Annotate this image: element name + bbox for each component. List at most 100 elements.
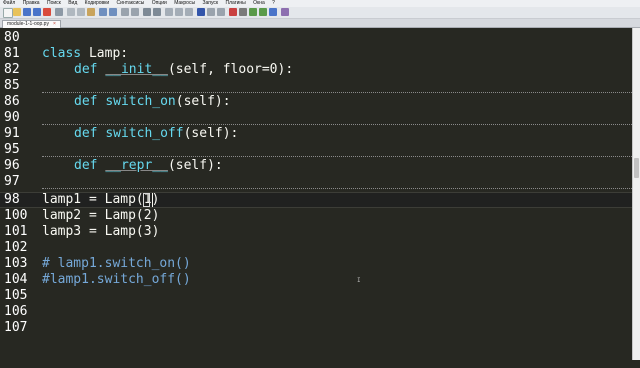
method-args: (self): (183, 126, 239, 141)
play-macro-icon[interactable] (249, 8, 257, 16)
line-number: 104 (4, 272, 28, 287)
new-file-icon[interactable] (3, 8, 13, 18)
menu-options[interactable]: Опции (149, 0, 170, 7)
code-line: 81 class Lamp: (0, 46, 632, 62)
line-number: 107 (4, 320, 28, 335)
plugin-icon[interactable] (281, 8, 289, 16)
word-wrap-icon[interactable] (175, 8, 183, 16)
menu-encoding[interactable]: Кодировки (82, 0, 113, 7)
method-args: (self): (175, 94, 231, 109)
sync-scroll-icon[interactable] (165, 8, 173, 16)
copy-icon[interactable] (77, 8, 85, 16)
code-text: lamp3 = Lamp(3) (42, 224, 160, 239)
code-line: 85 (0, 78, 632, 94)
method-name: __init__ (105, 62, 168, 77)
menu-view[interactable]: Вид (65, 0, 80, 7)
doc-map-icon[interactable] (207, 8, 215, 16)
save-macro-icon[interactable] (269, 8, 277, 16)
code-line: 106 (0, 304, 632, 320)
scrollbar-thumb[interactable] (634, 158, 639, 178)
menu-help[interactable]: ? (269, 0, 278, 7)
zoom-in-icon[interactable] (143, 8, 151, 16)
line-number: 85 (4, 78, 20, 93)
open-file-icon[interactable] (13, 8, 21, 16)
tab-close-icon[interactable]: × (53, 21, 56, 27)
menu-bar: Файл Правка Поиск Вид Кодировки Синтакси… (0, 0, 640, 7)
method-args: (self, floor=0): (167, 62, 294, 77)
code-line: 95 (0, 142, 632, 158)
keyword: def (74, 94, 98, 109)
line-number: 91 (4, 126, 20, 141)
save-all-icon[interactable] (33, 8, 41, 16)
code-line: 107 (0, 320, 632, 336)
code-line: 102 (0, 240, 632, 256)
code-line: 91 def switch_off(self): (0, 126, 632, 142)
print-icon[interactable] (55, 8, 63, 16)
zoom-out-icon[interactable] (153, 8, 161, 16)
menu-edit[interactable]: Правка (20, 0, 43, 7)
vertical-scrollbar[interactable] (632, 28, 640, 360)
cut-icon[interactable] (67, 8, 75, 16)
method-name: __repr__ (105, 158, 168, 173)
menu-plugins[interactable]: Плагины (222, 0, 248, 7)
code-text: lamp2 = Lamp(2) (42, 208, 160, 223)
line-number: 95 (4, 142, 20, 157)
mouse-ibeam-icon: I (357, 277, 361, 284)
menu-search[interactable]: Поиск (44, 0, 64, 7)
redo-icon[interactable] (109, 8, 117, 16)
line-number: 81 (4, 46, 20, 61)
run-macro-multiple-icon[interactable] (259, 8, 267, 16)
menu-file[interactable]: Файл (0, 0, 18, 7)
menu-syntax[interactable]: Синтаксисы (114, 0, 148, 7)
code-text: def switch_off(self): (74, 126, 238, 142)
comment-text: # lamp1.switch_on() (42, 256, 191, 271)
code-text: def __repr__(self): (74, 158, 223, 174)
line-number: 103 (4, 256, 28, 271)
line-number: 96 (4, 158, 20, 173)
line-number: 100 (4, 208, 28, 223)
code-line: 80 (0, 30, 632, 46)
code-line: 86 def switch_on(self): (0, 94, 632, 110)
indent-guide-icon[interactable] (197, 8, 205, 16)
code-line: 100 lamp2 = Lamp(2) (0, 208, 632, 224)
keyword: class (42, 46, 82, 61)
function-list-icon[interactable] (217, 8, 225, 16)
line-number: 90 (4, 110, 20, 125)
record-macro-icon[interactable] (229, 8, 237, 16)
code-line: 101 lamp3 = Lamp(3) (0, 224, 632, 240)
menu-macros[interactable]: Макросы (171, 0, 198, 7)
method-name: switch_on (105, 94, 176, 109)
comment-text: #lamp1.switch_off() (42, 272, 191, 287)
close-icon[interactable] (43, 8, 51, 16)
tab-bar: module-1-1-oop.py × (0, 19, 640, 28)
code-text: def __init__(self, floor=0): (74, 62, 293, 78)
show-all-chars-icon[interactable] (185, 8, 193, 16)
method-name: switch_off (105, 126, 184, 141)
code-editor[interactable]: 80 81 class Lamp: 82 def __init__(self, … (0, 28, 632, 360)
undo-icon[interactable] (99, 8, 107, 16)
method-args: (self): (167, 158, 223, 173)
menu-windows[interactable]: Окна (250, 0, 268, 7)
keyword: def (74, 158, 98, 173)
menu-run[interactable]: Запуск (199, 0, 221, 7)
tab-module-1-1-oop[interactable]: module-1-1-oop.py × (2, 20, 61, 28)
stop-macro-icon[interactable] (239, 8, 247, 16)
save-icon[interactable] (23, 8, 31, 16)
line-number: 101 (4, 224, 28, 239)
keyword: def (74, 62, 98, 77)
code-text: def switch_on(self): (74, 94, 231, 110)
replace-icon[interactable] (131, 8, 139, 16)
paste-icon[interactable] (87, 8, 95, 16)
line-number: 82 (4, 62, 20, 77)
code-line: 90 (0, 110, 632, 126)
line-number: 86 (4, 94, 20, 109)
class-name: Lamp: (81, 46, 129, 61)
code-line: 96 def __repr__(self): (0, 158, 632, 174)
code-text: class Lamp: (42, 46, 128, 62)
toolbar (0, 7, 640, 19)
find-icon[interactable] (121, 8, 129, 16)
code-text: lamp1 = Lamp(1) (42, 192, 160, 207)
code-line: 98 lamp1 = Lamp(1) (0, 192, 632, 208)
code-line: 82 def __init__(self, floor=0): (0, 62, 632, 78)
